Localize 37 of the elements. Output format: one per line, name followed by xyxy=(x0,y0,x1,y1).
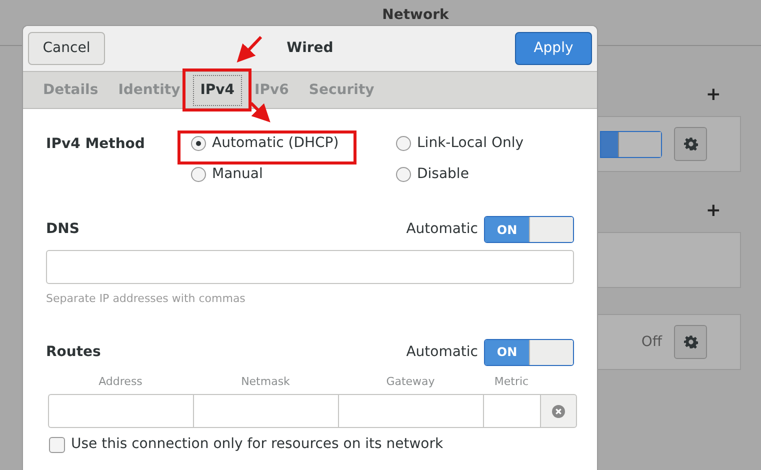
gear-icon xyxy=(684,137,698,151)
hint-text: Separate IP addresses with commas xyxy=(46,291,246,307)
radio-option[interactable]: Automatic (DHCP) xyxy=(191,133,396,154)
column-header: Metric xyxy=(494,374,529,390)
column-header: Address xyxy=(98,374,142,390)
dns-field[interactable] xyxy=(46,250,574,284)
annotation-arrow xyxy=(236,36,262,63)
add-button[interactable]: + xyxy=(706,202,721,220)
route-field[interactable] xyxy=(48,394,193,428)
gear-icon xyxy=(684,335,698,349)
delete-button[interactable] xyxy=(540,394,577,428)
toggle-switch[interactable] xyxy=(600,130,662,158)
route-field[interactable] xyxy=(338,394,483,428)
add-button[interactable]: + xyxy=(706,86,721,104)
section-label: DNS xyxy=(46,220,80,239)
radio-option[interactable]: Disable xyxy=(396,164,524,185)
radio-option[interactable]: Manual xyxy=(191,164,396,185)
apply-button[interactable]: Apply xyxy=(514,32,592,65)
highlight-box xyxy=(182,68,252,112)
column-header: Netmask xyxy=(241,374,290,390)
status-text: Off xyxy=(641,332,662,352)
settings-button[interactable] xyxy=(674,325,707,359)
close-icon xyxy=(552,404,565,418)
tab[interactable]: IPv4 xyxy=(193,74,242,106)
annotation-arrow xyxy=(250,102,270,122)
method-label: IPv4 Method xyxy=(46,135,146,154)
window-title: Network xyxy=(382,6,449,25)
cancel-button[interactable]: Cancel xyxy=(28,32,105,65)
automatic-label: Automatic xyxy=(406,220,478,239)
route-field[interactable] xyxy=(193,394,338,428)
checkbox-option[interactable]: Use this connection only for resources on its network xyxy=(49,434,574,455)
section-label: Routes xyxy=(46,342,101,362)
radio-option[interactable]: Link-Local Only xyxy=(396,133,524,154)
settings-button[interactable] xyxy=(674,127,707,161)
dialog-title: Wired xyxy=(286,39,334,58)
automatic-label: Automatic xyxy=(406,342,478,362)
column-header: Gateway xyxy=(386,374,435,390)
